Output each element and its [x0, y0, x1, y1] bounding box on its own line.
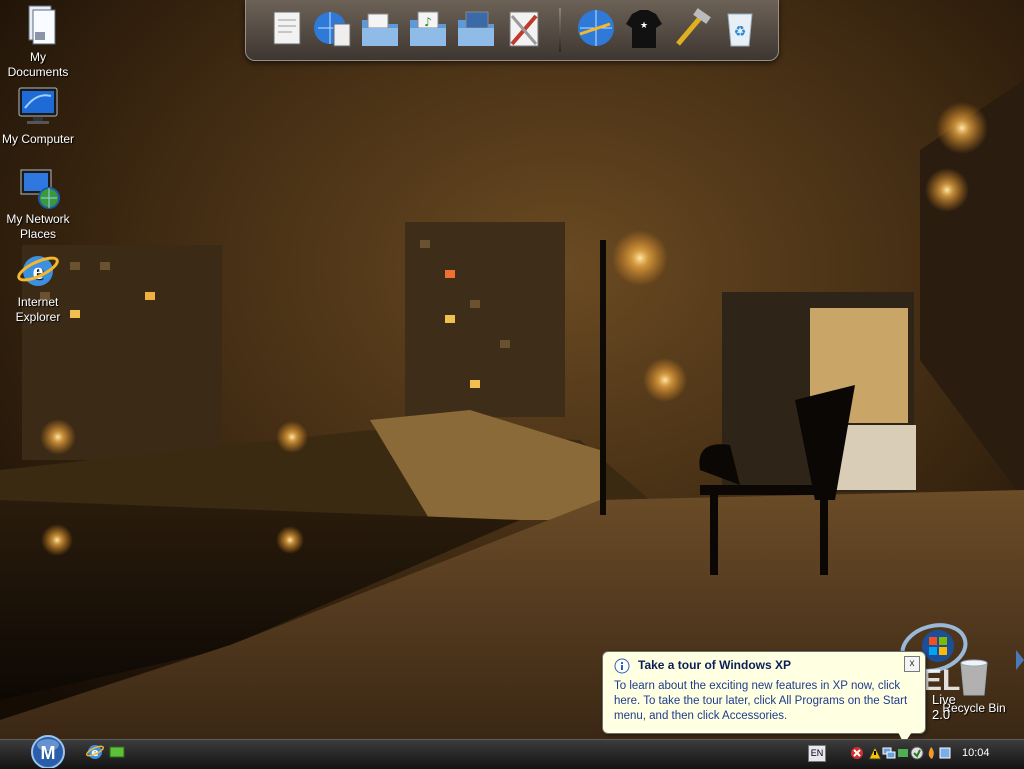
tools-settings-icon[interactable] [502, 6, 546, 52]
my-documents-icon [28, 5, 56, 45]
folder-music-icon[interactable]: ♪ [406, 6, 450, 52]
quick-launch-show-desktop-icon[interactable] [108, 743, 126, 761]
my-documents-label: My Documents [7, 50, 69, 79]
info-icon [614, 658, 630, 674]
warning-icon[interactable] [868, 746, 882, 760]
folder-pictures-icon[interactable] [454, 6, 498, 52]
tour-balloon-tooltip[interactable]: Take a tour of Windows XP To learn about… [602, 651, 926, 744]
tshirt-icon[interactable]: ★ [622, 6, 666, 52]
security-alert-icon[interactable] [850, 746, 864, 760]
desktop-icon-my-computer[interactable]: My Computer [0, 86, 76, 147]
globe-document-icon[interactable] [310, 6, 354, 52]
svg-text:EL: EL [922, 664, 960, 693]
desktop-icon-internet-explorer[interactable]: e Internet Explorer [0, 249, 76, 325]
balloon-body[interactable]: To learn about the exciting new features… [614, 679, 918, 724]
my-computer-icon [18, 87, 58, 124]
safely-remove-icon[interactable] [896, 746, 910, 760]
svg-text:♻: ♻ [734, 24, 747, 40]
update-icon[interactable] [910, 746, 924, 760]
right-arrow-icon[interactable] [1016, 650, 1024, 670]
internet-explorer-label: Internet Explorer [15, 295, 61, 324]
desktop-icon-my-documents[interactable]: My Documents [0, 4, 76, 80]
system-tray: EN 10:04 [804, 739, 1024, 768]
hammer-tools-icon[interactable] [670, 6, 714, 52]
recycle-bin-dock-icon[interactable]: ♻ [718, 6, 762, 52]
internet-explorer-icon: e [17, 256, 59, 286]
my-computer-label: My Computer [1, 132, 75, 146]
desktop-icon-my-network-places[interactable]: My Network Places [0, 166, 76, 242]
windows-live-text: Live 2.0 [932, 692, 956, 722]
dock-bar: ♪ ★ ♻ [245, 0, 779, 61]
document-icon[interactable] [266, 6, 310, 52]
internet-globe-icon[interactable] [574, 6, 618, 52]
network-icon[interactable] [882, 746, 896, 760]
folder-documents-icon[interactable] [358, 6, 402, 52]
balloon-close-button[interactable]: x [904, 656, 920, 672]
start-letter: M [41, 743, 56, 763]
quick-launch-internet-explorer-icon[interactable]: e [86, 743, 104, 761]
svg-text:★: ★ [640, 21, 648, 31]
clock[interactable]: 10:04 [962, 747, 990, 759]
volume-icon[interactable] [938, 746, 952, 760]
dock-separator [559, 8, 561, 52]
my-network-places-label: My Network Places [6, 212, 70, 241]
start-button[interactable]: M [27, 733, 69, 768]
language-indicator[interactable]: EN [808, 745, 826, 762]
network-places-icon [20, 169, 60, 209]
svg-text:♪: ♪ [424, 15, 432, 29]
balloon-title: Take a tour of Windows XP [638, 658, 792, 672]
flame-icon[interactable] [924, 746, 938, 760]
